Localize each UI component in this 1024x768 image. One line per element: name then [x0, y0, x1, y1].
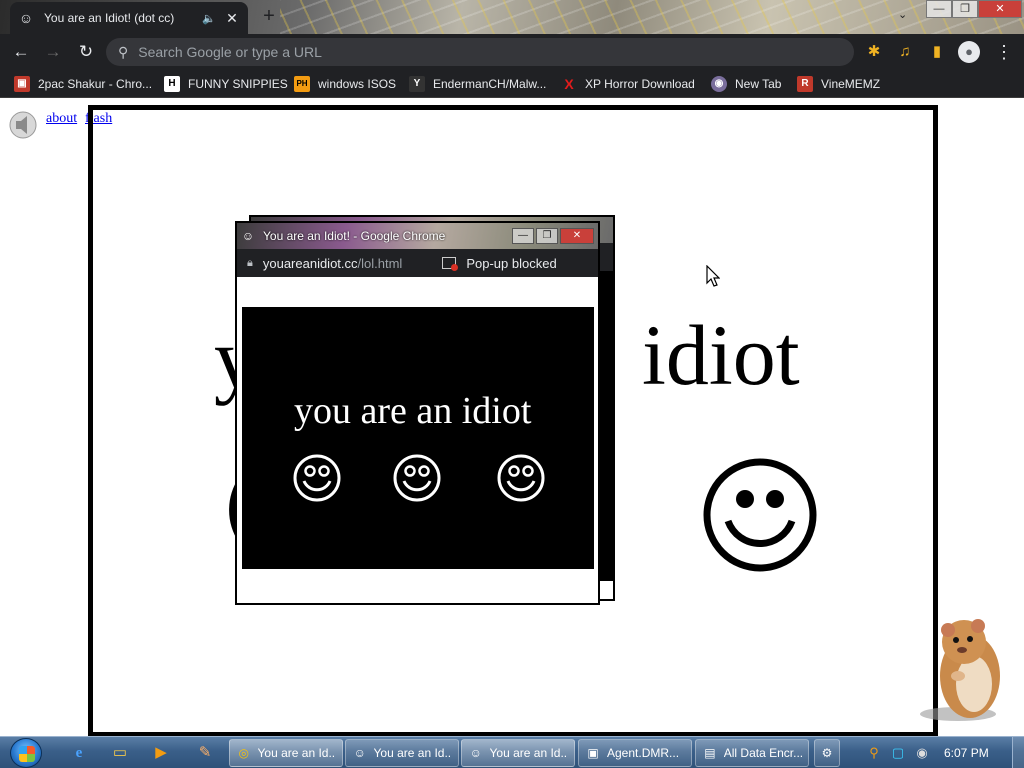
browser-toolbar: ← → ↻ ⚲ ✱ ♫ ▮ ● ⋮: [0, 34, 1024, 70]
new-tab-button[interactable]: +: [258, 5, 280, 27]
popup-minimize-button[interactable]: —: [512, 228, 534, 244]
windows-logo-icon: [19, 746, 35, 762]
search-tray-icon[interactable]: ⚲: [866, 745, 882, 761]
popup-window[interactable]: ☺ You are an Idiot! - Google Chrome — ❐ …: [235, 221, 600, 605]
bookmark-favicon-icon: PH: [294, 76, 310, 92]
paint-icon[interactable]: ✎: [190, 740, 220, 766]
media-player-icon[interactable]: ▶: [146, 740, 176, 766]
popup-message: you are an idiot: [294, 390, 532, 432]
smiley-icon: ☺: [353, 746, 366, 760]
popup-blocked-icon[interactable]: [442, 257, 459, 271]
smiley-face-icon: [393, 454, 441, 502]
taskbar-item-data-encrypted[interactable]: ▤ All Data Encr...: [695, 739, 809, 767]
popup-blocked-label[interactable]: Pop-up blocked: [466, 256, 556, 271]
bookmark-label: New Tab: [735, 77, 782, 91]
minimize-button[interactable]: —: [926, 0, 952, 18]
volume-tray-icon[interactable]: ◉: [914, 745, 930, 761]
taskbar-item-chrome[interactable]: ◎ You are an Id...: [229, 739, 343, 767]
speaker-icon[interactable]: 🔈: [202, 12, 216, 25]
bookmark-vinememz[interactable]: R VineMEMZ: [797, 75, 880, 93]
show-desktop-button[interactable]: [1012, 737, 1024, 768]
bookmark-label: EndermanCH/Malw...: [433, 77, 547, 91]
start-button[interactable]: [10, 738, 42, 768]
mouse-cursor-icon: [706, 265, 720, 287]
taskbar-item-label: Agent.DMR...: [607, 746, 680, 760]
tool-icon: ⚙: [821, 746, 833, 760]
smiley-face-icon: [293, 454, 341, 502]
popup-url-path: /lol.html: [357, 255, 403, 271]
popup-address-bar: 🔒︎ youareanidiot.cc /lol.html Pop-up blo…: [237, 249, 598, 277]
bookmark-windows-isos[interactable]: PH windows ISOS: [294, 75, 396, 93]
reload-button[interactable]: ↻: [76, 42, 96, 62]
bookmark-funny-snippies[interactable]: H FUNNY SNIPPIES: [164, 75, 288, 93]
side-panel-icon[interactable]: ▮: [927, 42, 947, 62]
bookmark-label: FUNNY SNIPPIES: [188, 77, 288, 91]
window-icon: ▤: [704, 746, 716, 760]
extensions-icon[interactable]: ✱: [864, 42, 884, 62]
clock[interactable]: 6:07 PM: [944, 746, 989, 760]
taskbar-item-agent[interactable]: ▣ Agent.DMR...: [578, 739, 692, 767]
bookmark-favicon-icon: R: [797, 76, 813, 92]
taskbar-item-tool[interactable]: ⚙: [814, 739, 840, 767]
bookmark-label: windows ISOS: [318, 77, 397, 91]
bookmark-favicon-icon: Y: [409, 76, 425, 92]
bookmark-endermanch[interactable]: Y EndermanCH/Malw...: [409, 75, 546, 93]
back-button[interactable]: ←: [11, 42, 31, 62]
smiley-face-icon: [703, 458, 817, 572]
browser-tab[interactable]: ☺ You are an Idiot! (dot cc) 🔈 ✕: [10, 2, 248, 34]
tab-title: You are an Idiot! (dot cc): [44, 11, 175, 25]
popup-title-bar[interactable]: ☺ You are an Idiot! - Google Chrome — ❐ …: [237, 223, 598, 249]
smiley-favicon-icon: ☺: [241, 229, 255, 243]
internet-explorer-icon[interactable]: e: [64, 740, 94, 766]
popup-url-host: youareanidiot.cc: [262, 255, 358, 271]
smiley-face-icon: [497, 454, 545, 502]
omnibox-input[interactable]: [138, 44, 739, 60]
windows-taskbar: e ▭ ▶ ✎ ◎ You are an Id... ☺ You are an …: [0, 736, 1024, 768]
chrome-icon: ◎: [238, 746, 249, 760]
lock-icon: 🔒︎: [247, 256, 253, 269]
tab-close-icon[interactable]: ✕: [224, 10, 240, 27]
smiley-favicon-icon: ☺: [18, 10, 34, 26]
bookmark-favicon-icon: ▣: [14, 76, 30, 92]
close-window-button[interactable]: ✕: [978, 0, 1022, 18]
taskbar-item-label: All Data Encr...: [723, 746, 802, 760]
page-content: about flash y idiot ☺ You are an Idiot! …: [0, 99, 1024, 737]
profile-avatar-icon[interactable]: ●: [958, 41, 980, 63]
popup-maximize-button[interactable]: ❐: [536, 228, 558, 244]
bookmark-xp-horror[interactable]: X XP Horror Download: [561, 75, 695, 93]
media-control-icon[interactable]: ♫: [895, 42, 915, 62]
tab-search-icon[interactable]: ⌄: [898, 8, 907, 21]
forward-button[interactable]: →: [43, 42, 63, 62]
popup-black-panel: you are an idiot: [242, 307, 594, 569]
taskbar-item-label: You are an Id...: [489, 746, 568, 760]
window-icon: ▣: [587, 746, 599, 760]
bookmark-favicon-icon: H: [164, 76, 180, 92]
taskbar-item-label: You are an Id...: [373, 746, 452, 760]
bookmark-label: XP Horror Download: [585, 77, 695, 91]
search-icon: ⚲: [118, 43, 129, 60]
menu-icon[interactable]: ⋮: [994, 42, 1014, 62]
bookmark-new-tab[interactable]: ◉ New Tab: [711, 75, 781, 93]
bookmark-2pac[interactable]: ▣ 2pac Shakur - Chro...: [14, 75, 152, 93]
taskbar-item-popup-1[interactable]: ☺ You are an Id...: [345, 739, 459, 767]
popup-title: You are an Idiot! - Google Chrome: [263, 229, 446, 243]
bookmarks-bar: ▣ 2pac Shakur - Chro... H FUNNY SNIPPIES…: [0, 70, 1024, 98]
tab-strip: ☺ You are an Idiot! (dot cc) 🔈 ✕ + ⌄ — ❐…: [0, 0, 1024, 34]
smiley-icon: ☺: [469, 746, 482, 760]
maximize-button[interactable]: ❐: [952, 0, 978, 18]
network-tray-icon[interactable]: ▢: [890, 745, 906, 761]
hamster-desktop-pet-icon[interactable]: [918, 614, 1010, 724]
bookmark-label: 2pac Shakur - Chro...: [38, 77, 153, 91]
big-text-right: idiot: [642, 307, 800, 403]
bookmark-favicon-icon: X: [564, 76, 574, 92]
bookmark-favicon-icon: ◉: [711, 76, 727, 92]
omnibox[interactable]: ⚲: [106, 38, 854, 66]
file-explorer-icon[interactable]: ▭: [105, 740, 135, 766]
popup-close-button[interactable]: ✕: [560, 228, 594, 244]
taskbar-item-label: You are an Id...: [257, 746, 336, 760]
speaker-icon[interactable]: [8, 109, 38, 139]
about-link[interactable]: about: [46, 111, 77, 127]
bookmark-label: VineMEMZ: [821, 77, 881, 91]
taskbar-item-popup-2[interactable]: ☺ You are an Id...: [461, 739, 575, 767]
